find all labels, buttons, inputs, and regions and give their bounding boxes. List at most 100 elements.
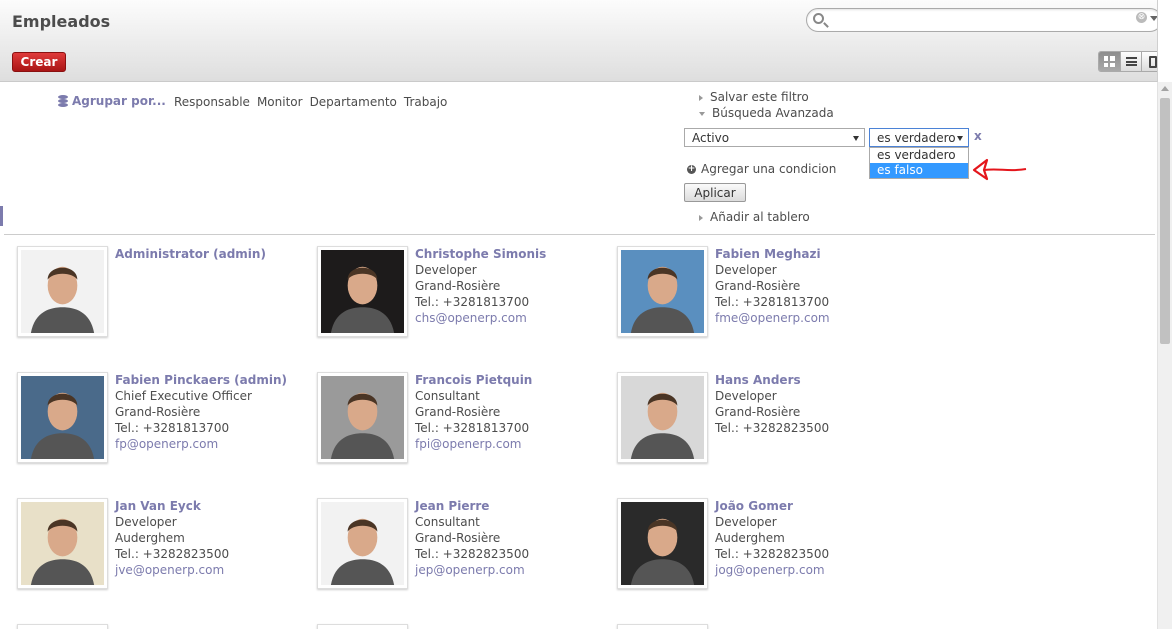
triangle-right-icon: [699, 214, 703, 221]
employee-card[interactable]: Hans Anders Developer Grand-Rosière Tel.: +…: [617, 372, 917, 498]
employee-card[interactable]: Administrator (admin): [17, 246, 317, 372]
employee-email[interactable]: jog@openerp.com: [715, 562, 829, 578]
employee-location: Grand-Rosière: [715, 279, 801, 293]
employee-name[interactable]: Hans Anders: [715, 372, 829, 388]
create-button[interactable]: Crear: [12, 52, 66, 72]
scrollbar-top-corner: [1157, 0, 1172, 82]
group-by-option[interactable]: Responsable: [174, 95, 250, 109]
employee-location: Grand-Rosière: [715, 405, 801, 419]
operator-option-highlighted[interactable]: es falso: [870, 163, 968, 178]
database-icon: [58, 95, 68, 107]
employee-card[interactable]: Fabien Pinckaers (admin) Chief Executive …: [17, 372, 317, 498]
add-condition-link[interactable]: + Agregar una condicion: [687, 162, 836, 176]
employee-job: Consultant: [415, 389, 480, 403]
search-input[interactable]: [829, 12, 1129, 28]
employee-email[interactable]: fp@openerp.com: [115, 436, 287, 452]
employee-name[interactable]: Fabien Pinckaers (admin): [115, 372, 287, 388]
apply-button[interactable]: Aplicar: [684, 183, 746, 202]
employee-job: Developer: [715, 515, 777, 529]
employee-photo-partial: [17, 624, 108, 629]
employee-name[interactable]: João Gomer: [715, 498, 829, 514]
operator-option[interactable]: es verdadero: [870, 148, 968, 163]
chevron-down-icon: [957, 136, 963, 141]
triangle-down-icon: [699, 111, 705, 116]
employee-photo-partial: [617, 624, 708, 629]
employee-email[interactable]: jve@openerp.com: [115, 562, 229, 578]
advanced-search-label: Búsqueda Avanzada: [712, 106, 834, 120]
employee-card[interactable]: Jan Van Eyck Developer Auderghem Tel.: +328…: [17, 498, 317, 624]
employee-job: Developer: [715, 389, 777, 403]
save-filter-link[interactable]: Salvar este filtro: [699, 90, 809, 104]
chevron-down-icon: [853, 136, 859, 141]
employee-info: Administrator (admin): [115, 246, 266, 262]
employee-photo[interactable]: [617, 246, 708, 337]
employee-name[interactable]: Jean Pierre: [415, 498, 529, 514]
search-box[interactable]: ⊗: [806, 8, 1162, 32]
employee-email[interactable]: chs@openerp.com: [415, 310, 546, 326]
employee-phone: Tel.: +3282823500: [115, 547, 230, 561]
employee-photo[interactable]: [317, 372, 408, 463]
employee-photo[interactable]: [17, 372, 108, 463]
employee-email[interactable]: fpi@openerp.com: [415, 436, 532, 452]
employee-phone: Tel.: +3282823500: [715, 547, 830, 561]
kanban-icon: [1103, 56, 1115, 67]
employee-name[interactable]: Jan Van Eyck: [115, 498, 229, 514]
left-accent: [0, 206, 3, 226]
employee-photo[interactable]: [17, 498, 108, 589]
add-to-dashboard-link[interactable]: Añadir al tablero: [699, 210, 810, 224]
advanced-search-toggle[interactable]: Búsqueda Avanzada: [699, 106, 834, 120]
employee-info: Fabien Meghazi Developer Grand-Rosière Tel.…: [715, 246, 830, 326]
employee-card[interactable]: Francois Pietquin Consultant Grand-Rosière…: [317, 372, 617, 498]
list-view-button[interactable]: [1121, 52, 1143, 71]
add-to-dashboard-label: Añadir al tablero: [710, 210, 810, 224]
employee-photo[interactable]: [617, 372, 708, 463]
employee-job: Developer: [115, 515, 177, 529]
kanban-view-button[interactable]: [1099, 52, 1121, 71]
employee-info: Francois Pietquin Consultant Grand-Rosière…: [415, 372, 532, 452]
employee-photo[interactable]: [17, 246, 108, 337]
scroll-thumb[interactable]: [1160, 98, 1170, 344]
scroll-up-icon[interactable]: [1161, 86, 1169, 91]
employee-location: Auderghem: [115, 531, 185, 545]
employee-info: Fabien Pinckaers (admin) Chief Executive …: [115, 372, 287, 452]
employee-name[interactable]: Administrator (admin): [115, 246, 266, 262]
employee-card[interactable]: Christophe Simonis Developer Grand-Rosière…: [317, 246, 617, 372]
group-by-option[interactable]: Monitor: [257, 95, 303, 109]
operator-dropdown-list: es verdadero es falso: [869, 147, 969, 179]
plus-icon: +: [687, 163, 696, 174]
vertical-scrollbar[interactable]: [1157, 82, 1172, 629]
group-by-option[interactable]: Trabajo: [404, 95, 448, 109]
employee-photo[interactable]: [617, 498, 708, 589]
employee-phone: Tel.: +3282823500: [415, 547, 530, 561]
employee-job: Chief Executive Officer: [115, 389, 252, 403]
group-by-toggle[interactable]: Agrupar por...: [58, 94, 166, 108]
employee-name[interactable]: Christophe Simonis: [415, 246, 546, 262]
employee-info: Jean Pierre Consultant Grand-Rosière Tel.: …: [415, 498, 529, 578]
employee-info: Hans Anders Developer Grand-Rosière Tel.: +…: [715, 372, 829, 436]
clear-search-icon[interactable]: ⊗: [1136, 12, 1147, 23]
triangle-right-icon: [699, 94, 703, 101]
remove-condition-button[interactable]: x: [974, 129, 982, 143]
save-filter-label: Salvar este filtro: [710, 90, 809, 104]
form-icon: [1148, 55, 1157, 68]
employee-location: Auderghem: [715, 531, 785, 545]
employee-location: Grand-Rosière: [415, 279, 501, 293]
employee-name[interactable]: Francois Pietquin: [415, 372, 532, 388]
operator-select[interactable]: es verdadero: [869, 128, 969, 147]
group-by-option[interactable]: Departamento: [310, 95, 397, 109]
employee-card[interactable]: Fabien Meghazi Developer Grand-Rosière Tel.…: [617, 246, 917, 372]
employee-email[interactable]: jep@openerp.com: [415, 562, 529, 578]
employee-job: Developer: [415, 263, 477, 277]
field-select[interactable]: Activo: [684, 128, 865, 147]
employee-phone: Tel.: +3281813700: [115, 421, 230, 435]
employee-card[interactable]: Jean Pierre Consultant Grand-Rosière Tel.: …: [317, 498, 617, 624]
employee-name[interactable]: Fabien Meghazi: [715, 246, 830, 262]
employee-card[interactable]: João Gomer Developer Auderghem Tel.: +32828…: [617, 498, 917, 624]
add-condition-label: Agregar una condicion: [701, 162, 837, 176]
employee-location: Grand-Rosière: [415, 531, 501, 545]
employee-email[interactable]: fme@openerp.com: [715, 310, 830, 326]
employee-photo[interactable]: [317, 498, 408, 589]
field-select-value: Activo: [692, 131, 730, 145]
employee-photo[interactable]: [317, 246, 408, 337]
employee-photo-partial: [317, 624, 408, 629]
